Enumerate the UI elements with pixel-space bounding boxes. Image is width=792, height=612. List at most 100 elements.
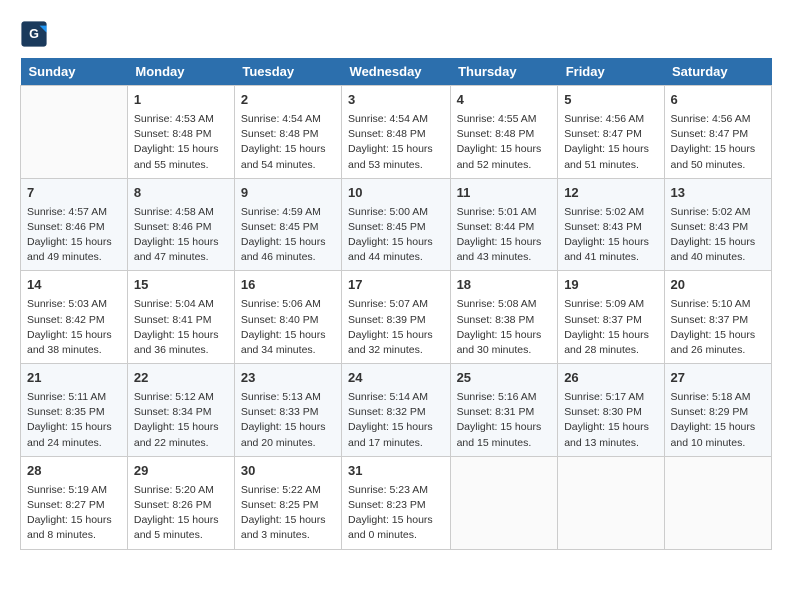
calendar-week-row: 28 Sunrise: 5:19 AM Sunset: 8:27 PM Dayli… (21, 456, 772, 549)
calendar-cell: 20 Sunrise: 5:10 AM Sunset: 8:37 PM Dayli… (664, 271, 771, 364)
calendar-cell: 28 Sunrise: 5:19 AM Sunset: 8:27 PM Dayli… (21, 456, 128, 549)
day-number: 6 (671, 91, 765, 110)
day-header-wednesday: Wednesday (342, 58, 451, 86)
day-number: 18 (457, 276, 552, 295)
day-number: 21 (27, 369, 121, 388)
svg-text:G: G (29, 27, 39, 41)
day-info: Sunrise: 5:08 AM Sunset: 8:38 PM Dayligh… (457, 297, 552, 358)
calendar-cell (450, 456, 558, 549)
day-info: Sunrise: 5:03 AM Sunset: 8:42 PM Dayligh… (27, 297, 121, 358)
calendar-cell: 26 Sunrise: 5:17 AM Sunset: 8:30 PM Dayli… (558, 364, 664, 457)
day-number: 5 (564, 91, 657, 110)
calendar-cell: 8Sunrise: 4:58 AM Sunset: 8:46 PM Daylig… (127, 178, 234, 271)
day-number: 19 (564, 276, 657, 295)
day-number: 16 (241, 276, 335, 295)
calendar-cell: 19 Sunrise: 5:09 AM Sunset: 8:37 PM Dayli… (558, 271, 664, 364)
day-info: Sunrise: 5:22 AM Sunset: 8:25 PM Dayligh… (241, 483, 335, 544)
day-header-saturday: Saturday (664, 58, 771, 86)
day-number: 11 (457, 184, 552, 203)
calendar-cell: 2 Sunrise: 4:54 AM Sunset: 8:48 PM Daylig… (234, 86, 341, 179)
calendar-cell: 13 Sunrise: 5:02 AM Sunset: 8:43 PM Dayli… (664, 178, 771, 271)
calendar-cell: 24 Sunrise: 5:14 AM Sunset: 8:32 PM Dayli… (342, 364, 451, 457)
calendar-cell: 6 Sunrise: 4:56 AM Sunset: 8:47 PM Daylig… (664, 86, 771, 179)
day-number: 26 (564, 369, 657, 388)
calendar-week-row: 7Sunrise: 4:57 AM Sunset: 8:46 PM Daylig… (21, 178, 772, 271)
day-info: Sunrise: 5:12 AM Sunset: 8:34 PM Dayligh… (134, 390, 228, 451)
day-number: 9 (241, 184, 335, 203)
day-info: Sunrise: 5:16 AM Sunset: 8:31 PM Dayligh… (457, 390, 552, 451)
day-number: 31 (348, 462, 444, 481)
day-info: Sunrise: 4:56 AM Sunset: 8:47 PM Dayligh… (564, 112, 657, 173)
calendar-cell: 15Sunrise: 5:04 AM Sunset: 8:41 PM Dayli… (127, 271, 234, 364)
day-header-friday: Friday (558, 58, 664, 86)
day-info: Sunrise: 4:56 AM Sunset: 8:47 PM Dayligh… (671, 112, 765, 173)
logo-icon: G (20, 20, 48, 48)
calendar-cell (21, 86, 128, 179)
calendar-header-row: SundayMondayTuesdayWednesdayThursdayFrid… (21, 58, 772, 86)
day-info: Sunrise: 4:59 AM Sunset: 8:45 PM Dayligh… (241, 205, 335, 266)
day-info: Sunrise: 4:55 AM Sunset: 8:48 PM Dayligh… (457, 112, 552, 173)
day-info: Sunrise: 5:20 AM Sunset: 8:26 PM Dayligh… (134, 483, 228, 544)
day-number: 24 (348, 369, 444, 388)
page-header: G (20, 20, 772, 48)
day-header-sunday: Sunday (21, 58, 128, 86)
calendar-cell: 27Sunrise: 5:18 AM Sunset: 8:29 PM Dayli… (664, 364, 771, 457)
calendar-cell (664, 456, 771, 549)
day-number: 1 (134, 91, 228, 110)
day-info: Sunrise: 5:11 AM Sunset: 8:35 PM Dayligh… (27, 390, 121, 451)
calendar-cell: 18 Sunrise: 5:08 AM Sunset: 8:38 PM Dayli… (450, 271, 558, 364)
day-info: Sunrise: 5:23 AM Sunset: 8:23 PM Dayligh… (348, 483, 444, 544)
day-info: Sunrise: 5:01 AM Sunset: 8:44 PM Dayligh… (457, 205, 552, 266)
day-number: 23 (241, 369, 335, 388)
calendar-week-row: 21 Sunrise: 5:11 AM Sunset: 8:35 PM Dayli… (21, 364, 772, 457)
calendar-cell: 22 Sunrise: 5:12 AM Sunset: 8:34 PM Dayli… (127, 364, 234, 457)
day-info: Sunrise: 5:19 AM Sunset: 8:27 PM Dayligh… (27, 483, 121, 544)
calendar-week-row: 14 Sunrise: 5:03 AM Sunset: 8:42 PM Dayli… (21, 271, 772, 364)
day-info: Sunrise: 4:54 AM Sunset: 8:48 PM Dayligh… (348, 112, 444, 173)
calendar-table: SundayMondayTuesdayWednesdayThursdayFrid… (20, 58, 772, 550)
calendar-cell: 21 Sunrise: 5:11 AM Sunset: 8:35 PM Dayli… (21, 364, 128, 457)
calendar-cell: 5 Sunrise: 4:56 AM Sunset: 8:47 PM Daylig… (558, 86, 664, 179)
day-info: Sunrise: 5:14 AM Sunset: 8:32 PM Dayligh… (348, 390, 444, 451)
day-info: Sunrise: 5:07 AM Sunset: 8:39 PM Dayligh… (348, 297, 444, 358)
calendar-cell: 17 Sunrise: 5:07 AM Sunset: 8:39 PM Dayli… (342, 271, 451, 364)
calendar-cell: 9 Sunrise: 4:59 AM Sunset: 8:45 PM Daylig… (234, 178, 341, 271)
day-number: 29 (134, 462, 228, 481)
calendar-cell: 10 Sunrise: 5:00 AM Sunset: 8:45 PM Dayli… (342, 178, 451, 271)
day-info: Sunrise: 5:04 AM Sunset: 8:41 PM Dayligh… (134, 297, 228, 358)
day-info: Sunrise: 4:54 AM Sunset: 8:48 PM Dayligh… (241, 112, 335, 173)
calendar-cell: 4Sunrise: 4:55 AM Sunset: 8:48 PM Daylig… (450, 86, 558, 179)
day-number: 12 (564, 184, 657, 203)
day-number: 10 (348, 184, 444, 203)
day-number: 13 (671, 184, 765, 203)
calendar-cell: 7Sunrise: 4:57 AM Sunset: 8:46 PM Daylig… (21, 178, 128, 271)
day-info: Sunrise: 5:00 AM Sunset: 8:45 PM Dayligh… (348, 205, 444, 266)
day-header-thursday: Thursday (450, 58, 558, 86)
day-info: Sunrise: 5:06 AM Sunset: 8:40 PM Dayligh… (241, 297, 335, 358)
day-info: Sunrise: 4:53 AM Sunset: 8:48 PM Dayligh… (134, 112, 228, 173)
calendar-week-row: 1 Sunrise: 4:53 AM Sunset: 8:48 PM Daylig… (21, 86, 772, 179)
day-number: 7 (27, 184, 121, 203)
day-number: 22 (134, 369, 228, 388)
day-info: Sunrise: 5:13 AM Sunset: 8:33 PM Dayligh… (241, 390, 335, 451)
calendar-cell: 29 Sunrise: 5:20 AM Sunset: 8:26 PM Dayli… (127, 456, 234, 549)
calendar-cell: 16 Sunrise: 5:06 AM Sunset: 8:40 PM Dayli… (234, 271, 341, 364)
calendar-cell: 31 Sunrise: 5:23 AM Sunset: 8:23 PM Dayli… (342, 456, 451, 549)
day-info: Sunrise: 5:09 AM Sunset: 8:37 PM Dayligh… (564, 297, 657, 358)
day-info: Sunrise: 5:17 AM Sunset: 8:30 PM Dayligh… (564, 390, 657, 451)
day-number: 17 (348, 276, 444, 295)
calendar-cell: 3Sunrise: 4:54 AM Sunset: 8:48 PM Daylig… (342, 86, 451, 179)
calendar-cell: 30 Sunrise: 5:22 AM Sunset: 8:25 PM Dayli… (234, 456, 341, 549)
day-info: Sunrise: 5:10 AM Sunset: 8:37 PM Dayligh… (671, 297, 765, 358)
logo: G (20, 20, 52, 48)
day-info: Sunrise: 5:02 AM Sunset: 8:43 PM Dayligh… (671, 205, 765, 266)
calendar-cell (558, 456, 664, 549)
day-number: 2 (241, 91, 335, 110)
day-number: 20 (671, 276, 765, 295)
day-header-monday: Monday (127, 58, 234, 86)
day-number: 28 (27, 462, 121, 481)
day-number: 8 (134, 184, 228, 203)
day-number: 30 (241, 462, 335, 481)
day-number: 14 (27, 276, 121, 295)
calendar-cell: 25Sunrise: 5:16 AM Sunset: 8:31 PM Dayli… (450, 364, 558, 457)
